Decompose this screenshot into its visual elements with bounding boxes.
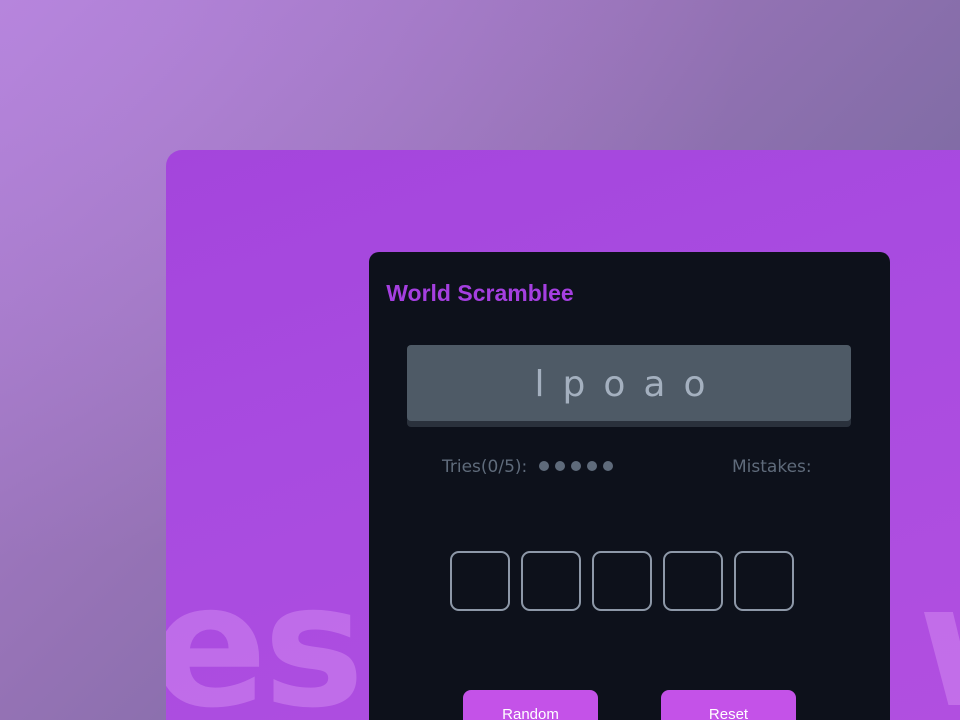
letter-slot-5[interactable] xyxy=(734,551,794,611)
letter-slot-4[interactable] xyxy=(663,551,723,611)
scrambled-word: lpoao xyxy=(534,364,724,405)
reset-button[interactable]: Reset xyxy=(661,690,796,720)
game-panel xyxy=(369,252,890,720)
scrambled-word-display: lpoao xyxy=(407,345,851,421)
try-dot xyxy=(571,461,581,471)
try-dot xyxy=(587,461,597,471)
mistakes-label: Mistakes: xyxy=(732,457,812,477)
try-dot xyxy=(555,461,565,471)
letter-slot-1[interactable] xyxy=(450,551,510,611)
try-dot xyxy=(603,461,613,471)
random-button[interactable]: Random xyxy=(463,690,598,720)
letter-slot-3[interactable] xyxy=(592,551,652,611)
background-word-right: w xyxy=(918,562,960,720)
letter-input-slots xyxy=(450,551,794,611)
tries-indicator xyxy=(539,461,613,473)
game-title: World Scramblee xyxy=(386,280,574,306)
try-dot xyxy=(539,461,549,471)
tries-label: Tries(0/5): xyxy=(442,457,528,477)
letter-slot-2[interactable] xyxy=(521,551,581,611)
